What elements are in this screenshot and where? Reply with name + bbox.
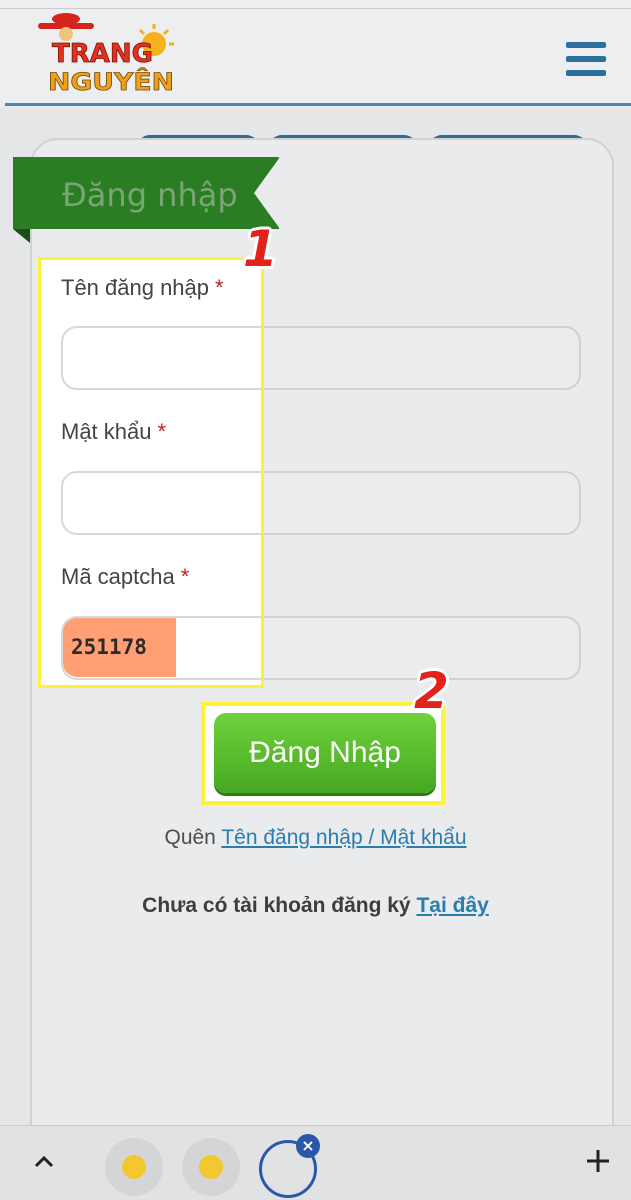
trang-nguyen-logo[interactable]: TRANG NGUYÊN (36, 10, 178, 98)
logo-text-trang: TRANG (52, 39, 153, 69)
close-icon[interactable]: × (296, 1134, 320, 1158)
browser-bottom-bar: × (0, 1125, 631, 1200)
captcha-code: 251178 (63, 618, 176, 677)
hamburger-icon-bar (566, 56, 606, 62)
plus-icon[interactable] (583, 1146, 613, 1176)
tab-icon[interactable] (182, 1138, 240, 1196)
captcha-label: Mã captcha * (61, 564, 189, 590)
logo-text-nguyen: NGUYÊN (48, 67, 174, 96)
hamburger-icon (566, 42, 606, 48)
forgot-credentials-link[interactable]: Tên đăng nhập / Mật khẩu (221, 826, 466, 849)
site-header: TRANG NGUYÊN (0, 0, 631, 107)
step-number-2: 2 (414, 662, 449, 720)
password-field[interactable] (61, 471, 261, 535)
forgot-prefix: Quên (164, 826, 216, 849)
tab-icon[interactable] (105, 1138, 163, 1196)
step-number-1: 1 (243, 220, 278, 278)
login-button-highlight: Đăng Nhập (201, 702, 445, 805)
chevron-up-icon[interactable] (30, 1148, 58, 1176)
form-highlight-box: Tên đăng nhập * Mật khẩu * Mã captcha * 251… (38, 257, 264, 688)
logo-graphic: TRANG NGUYÊN (38, 13, 174, 96)
header-bottom-divider (5, 103, 631, 106)
required-mark: * (215, 275, 224, 300)
runner-icon (199, 1155, 223, 1179)
ribbon-fold (13, 229, 30, 243)
username-field[interactable] (61, 326, 261, 390)
forgot-credentials-line: Quên Tên đăng nhập / Mật khẩu (0, 826, 631, 850)
register-prefix: Chưa có tài khoản đăng ký (142, 894, 411, 917)
login-title: Đăng nhập (62, 176, 238, 214)
register-link[interactable]: Tại đây (416, 894, 488, 917)
register-line: Chưa có tài khoản đăng ký Tại đây (0, 894, 631, 918)
hamburger-menu-button[interactable] (562, 40, 608, 80)
header-top-divider (0, 8, 631, 9)
password-label-text: Mật khẩu (61, 419, 152, 444)
required-mark: * (157, 419, 167, 444)
hamburger-icon-bar (566, 70, 606, 76)
captcha-label-text: Mã captcha (61, 564, 175, 589)
login-button[interactable]: Đăng Nhập (214, 713, 436, 793)
username-label-text: Tên đăng nhập (61, 275, 210, 300)
username-label: Tên đăng nhập * (61, 275, 224, 301)
runner-icon (122, 1155, 146, 1179)
password-label: Mật khẩu * (61, 419, 166, 445)
required-mark: * (180, 564, 190, 589)
